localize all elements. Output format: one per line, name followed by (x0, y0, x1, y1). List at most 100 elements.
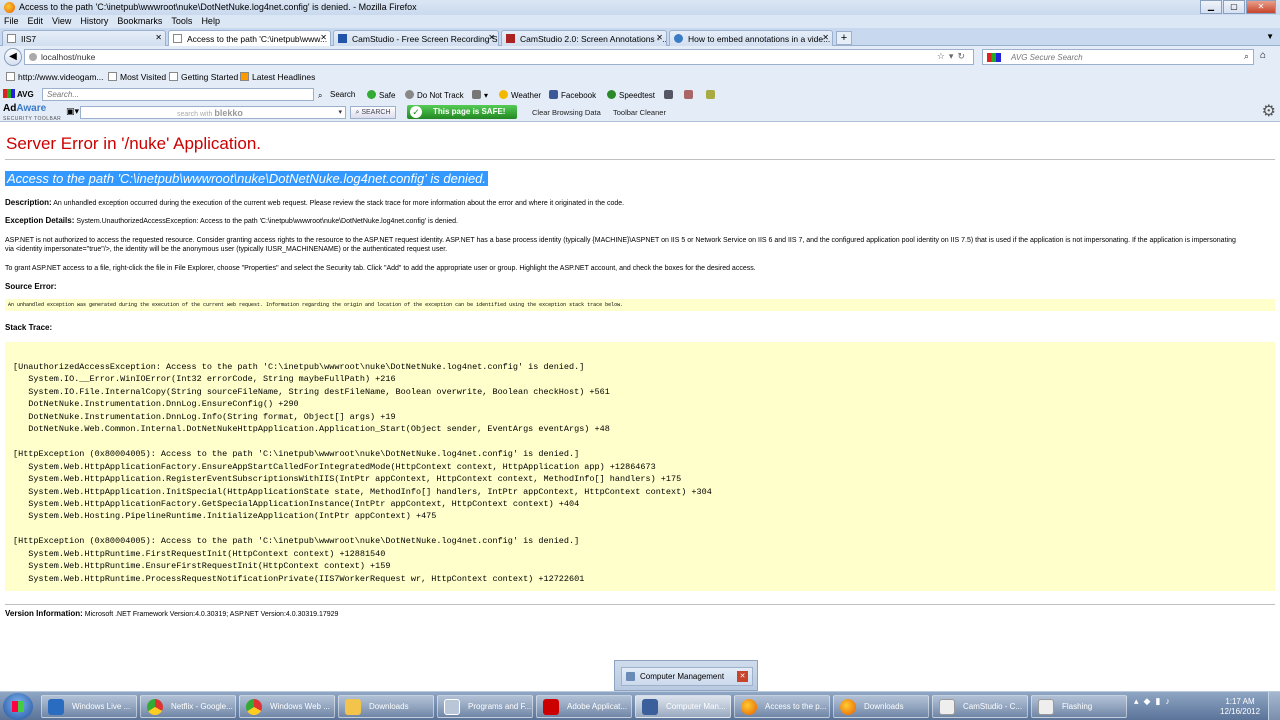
menu-tools[interactable]: Tools (171, 15, 192, 28)
close-button[interactable]: ✕ (1246, 0, 1276, 14)
clock[interactable]: 1:17 AM 12/16/2012 (1220, 697, 1260, 717)
avg-facebook-button[interactable]: Facebook (549, 90, 596, 100)
taskbar-item-programs[interactable]: Programs and F... (437, 695, 533, 718)
weather-icon (499, 90, 508, 99)
minimize-button[interactable]: ▁ (1200, 0, 1222, 14)
avg-item-label: Facebook (561, 91, 597, 100)
avg-search-input[interactable]: Search... (42, 88, 314, 101)
taskbar-item-netflix[interactable]: Netflix - Google... (140, 695, 236, 718)
tab-close-icon[interactable]: ✕ (488, 33, 495, 42)
bookmark-most-visited[interactable]: Most Visited (108, 72, 166, 82)
url-text: localhost/nuke (41, 52, 96, 62)
version-paragraph: Version Information: Microsoft .NET Fram… (5, 609, 338, 619)
taskbar-popup-item[interactable]: Computer Management ✕ (621, 667, 753, 686)
tab-access-denied[interactable]: Access to the path 'C:\inetpub\www... ✕ (168, 30, 331, 47)
blekko-search-input[interactable]: search with blekko ▾ (80, 106, 346, 119)
speedtest-icon (607, 90, 616, 99)
tab-close-icon[interactable]: ✕ (320, 33, 327, 42)
adaware-search-label: SEARCH (361, 109, 391, 116)
notepad-icon (684, 90, 693, 99)
avg-safe-button[interactable]: Safe (367, 90, 395, 100)
reload-icon[interactable]: ↻ (957, 51, 969, 61)
search-input[interactable]: AVG Secure Search ⌕ (982, 49, 1254, 65)
taskbar-item-computer-management[interactable]: Computer Man... (635, 695, 731, 718)
menu-view[interactable]: View (52, 15, 71, 28)
avg-extra-button-2[interactable] (684, 90, 696, 100)
start-button[interactable] (3, 693, 33, 720)
show-desktop-button[interactable] (1268, 692, 1280, 720)
checkmark-icon: ✓ (410, 106, 422, 118)
avg-trash-button[interactable]: ▾ (472, 90, 488, 100)
avg-extra-button-3[interactable] (706, 90, 718, 100)
adaware-menu-icon[interactable]: ▣▾ (66, 106, 79, 117)
taskbar-item-windows-web[interactable]: Windows Web ... (239, 695, 335, 718)
menu-help[interactable]: Help (201, 15, 220, 28)
new-tab-button[interactable]: + (836, 31, 852, 45)
tab-label: How to embed annotations in a vide... (688, 34, 831, 44)
bookmark-star-icon[interactable]: ☆ (937, 51, 949, 61)
taskbar-item-firefox-downloads[interactable]: Downloads (833, 695, 929, 718)
menu-edit[interactable]: Edit (28, 15, 44, 28)
url-bar[interactable]: localhost/nuke ☆▾↻ (24, 49, 974, 65)
avg-search-button[interactable]: ⌕ Search (318, 90, 355, 100)
page-icon (169, 72, 178, 81)
menu-history[interactable]: History (80, 15, 108, 28)
avg-do-not-track-button[interactable]: Do Not Track (405, 90, 464, 100)
taskbar-item-downloads-folder[interactable]: Downloads (338, 695, 434, 718)
facebook-icon (549, 90, 558, 99)
taskbar-item-firefox-access[interactable]: Access to the p... (734, 695, 830, 718)
home-icon[interactable]: ⌂ (1260, 50, 1266, 61)
taskbar-item-camstudio[interactable]: CamStudio - C... (932, 695, 1028, 718)
dropdown-icon[interactable]: ▾ (338, 108, 342, 116)
tab-embed-annotations[interactable]: How to embed annotations in a vide... ✕ (669, 30, 833, 46)
adaware-logo-ad: Ad (3, 103, 17, 114)
settings-icon (706, 90, 715, 99)
rss-icon (240, 72, 249, 81)
exception-text: System.UnauthorizedAccessException: Acce… (76, 218, 458, 225)
description-label: Description: (5, 198, 52, 207)
tab-iis7[interactable]: IIS7 ✕ (2, 30, 166, 46)
clear-browsing-data-button[interactable]: Clear Browsing Data (532, 108, 601, 117)
taskbar-item-adobe[interactable]: Adobe Applicat... (536, 695, 632, 718)
tab-camstudio-free[interactable]: CamStudio - Free Screen Recording S... ✕ (333, 30, 499, 46)
navigation-bar: ◀ localhost/nuke ☆▾↻ AVG Secure Search ⌕… (0, 46, 1280, 68)
bookmark-videogam[interactable]: http://www.videogam... (6, 72, 104, 82)
toolbar-cleaner-button[interactable]: Toolbar Cleaner (613, 108, 666, 117)
tab-bar: IIS7 ✕ Access to the path 'C:\inetpub\ww… (0, 28, 1280, 47)
avg-extra-button-1[interactable] (664, 90, 676, 100)
search-placeholder: AVG Secure Search (1011, 53, 1083, 62)
version-text: Microsoft .NET Framework Version:4.0.303… (84, 611, 339, 618)
avg-speedtest-button[interactable]: Speedtest (607, 90, 655, 100)
tab-list-dropdown-icon[interactable]: ▼ (1266, 32, 1274, 41)
menu-file[interactable]: File (4, 15, 19, 28)
bookmark-latest-headlines[interactable]: Latest Headlines (240, 72, 315, 82)
tab-close-icon[interactable]: ✕ (656, 33, 663, 42)
volume-icon[interactable]: ♪ (1165, 696, 1175, 706)
page-safe-badge[interactable]: ✓ This page is SAFE! (407, 105, 517, 119)
avg-logo-text: AVG (17, 90, 34, 99)
tray-chevron-icon[interactable]: ▴ (1134, 696, 1144, 706)
page-title: Server Error in '/nuke' Application. (6, 134, 261, 153)
taskbar-item-windows-live[interactable]: Windows Live ... (41, 695, 137, 718)
tab-camstudio-annotations[interactable]: CamStudio 2.0: Screen Annotations - ... … (501, 30, 667, 46)
taskbar-item-label: Windows Live ... (72, 702, 131, 711)
avg-weather-button[interactable]: Weather (499, 90, 541, 100)
tab-close-icon[interactable]: ✕ (822, 33, 829, 42)
network-icon[interactable]: ▮ (1155, 696, 1165, 706)
taskbar-item-label: Windows Web ... (270, 702, 330, 711)
tab-close-icon[interactable]: ✕ (155, 33, 162, 42)
maximize-button[interactable]: ▢ (1223, 0, 1245, 14)
close-icon[interactable]: ✕ (737, 671, 748, 682)
tray-app-icon[interactable]: ◆ (1144, 696, 1156, 706)
menu-bookmarks[interactable]: Bookmarks (117, 15, 162, 28)
adaware-search-button[interactable]: ⌕ SEARCH (350, 106, 396, 119)
avg-logo[interactable]: AVG (3, 89, 34, 99)
taskbar: Windows Live ... Netflix - Google... Win… (0, 691, 1280, 720)
gear-icon[interactable]: ⚙ (1262, 104, 1276, 120)
computer-management-icon (626, 672, 635, 681)
search-icon[interactable]: ⌕ (1244, 51, 1249, 62)
bookmark-getting-started[interactable]: Getting Started (169, 72, 238, 82)
back-button[interactable]: ◀ (4, 48, 22, 66)
taskbar-item-flashing[interactable]: Flashing (1031, 695, 1127, 718)
page-icon (7, 34, 16, 43)
